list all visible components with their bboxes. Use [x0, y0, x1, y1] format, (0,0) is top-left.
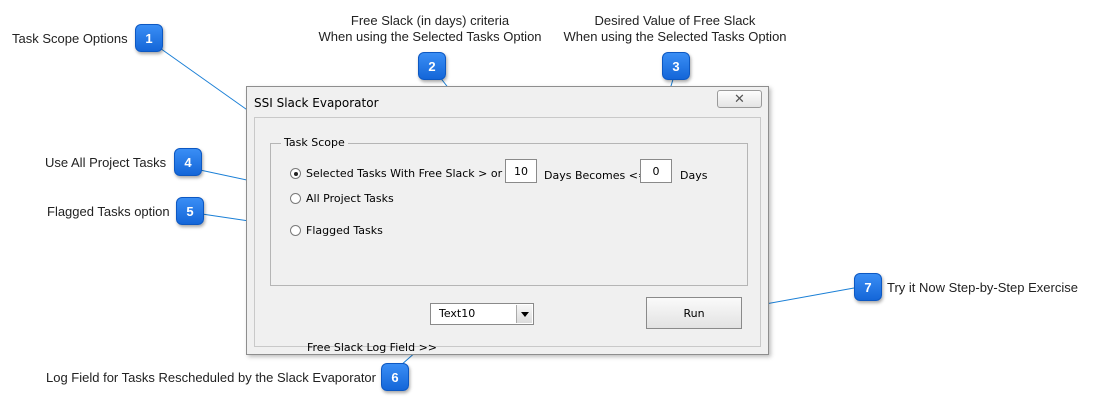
dialog-title: SSI Slack Evaporator: [254, 96, 379, 110]
close-icon: ✕: [734, 91, 745, 107]
callout-2-line2: When using the Selected Tasks Option: [318, 29, 542, 44]
callout-1-label: Task Scope Options: [12, 31, 128, 46]
callout-4-label: Use All Project Tasks: [45, 155, 167, 170]
days-label: Days: [680, 169, 708, 182]
callout-3-badge: 3: [662, 52, 690, 80]
log-field-select[interactable]: Text10: [430, 303, 534, 325]
run-button[interactable]: Run: [646, 297, 742, 329]
selected-tasks-label: Selected Tasks With Free Slack > or =: [306, 167, 515, 180]
selected-tasks-radio[interactable]: [290, 168, 301, 179]
log-field-label: Free Slack Log Field >>: [307, 341, 437, 354]
callout-6-label: Log Field for Tasks Rescheduled by the S…: [46, 370, 376, 385]
callout-3-line2: When using the Selected Tasks Option: [563, 29, 787, 44]
close-button[interactable]: ✕: [717, 90, 762, 108]
option-flagged-tasks[interactable]: Flagged Tasks: [290, 224, 383, 237]
callout-5-badge: 5: [176, 197, 204, 225]
free-slack-input[interactable]: 10: [505, 159, 537, 183]
flagged-tasks-label: Flagged Tasks: [306, 224, 383, 237]
callout-4-badge: 4: [174, 148, 202, 176]
slack-evaporator-dialog: SSI Slack Evaporator ✕ Task Scope Select…: [246, 86, 769, 355]
callout-2-badge: 2: [418, 52, 446, 80]
option-selected-tasks[interactable]: Selected Tasks With Free Slack > or =: [290, 167, 515, 180]
callout-7-badge: 7: [854, 273, 882, 301]
log-field-value: Text10: [439, 307, 476, 320]
callout-2-label: Free Slack (in days) criteria When using…: [315, 13, 545, 45]
callout-3-line1: Desired Value of Free Slack: [594, 13, 756, 28]
desired-value-input[interactable]: 0: [640, 159, 672, 183]
task-scope-group: Task Scope Selected Tasks With Free Slac…: [270, 136, 748, 286]
callout-3-label: Desired Value of Free Slack When using t…: [555, 13, 795, 45]
callout-5-label: Flagged Tasks option: [47, 204, 170, 219]
chevron-down-icon[interactable]: [516, 305, 532, 323]
callout-2-line1: Free Slack (in days) criteria: [350, 13, 510, 28]
days-becomes-label: Days Becomes <=: [544, 169, 648, 182]
task-scope-title: Task Scope: [281, 136, 348, 149]
option-all-tasks[interactable]: All Project Tasks: [290, 192, 394, 205]
callout-1-badge: 1: [135, 24, 163, 52]
callout-6-badge: 6: [381, 363, 409, 391]
all-tasks-radio[interactable]: [290, 193, 301, 204]
all-tasks-label: All Project Tasks: [306, 192, 394, 205]
callout-7-label: Try it Now Step-by-Step Exercise: [887, 280, 1078, 295]
flagged-tasks-radio[interactable]: [290, 225, 301, 236]
